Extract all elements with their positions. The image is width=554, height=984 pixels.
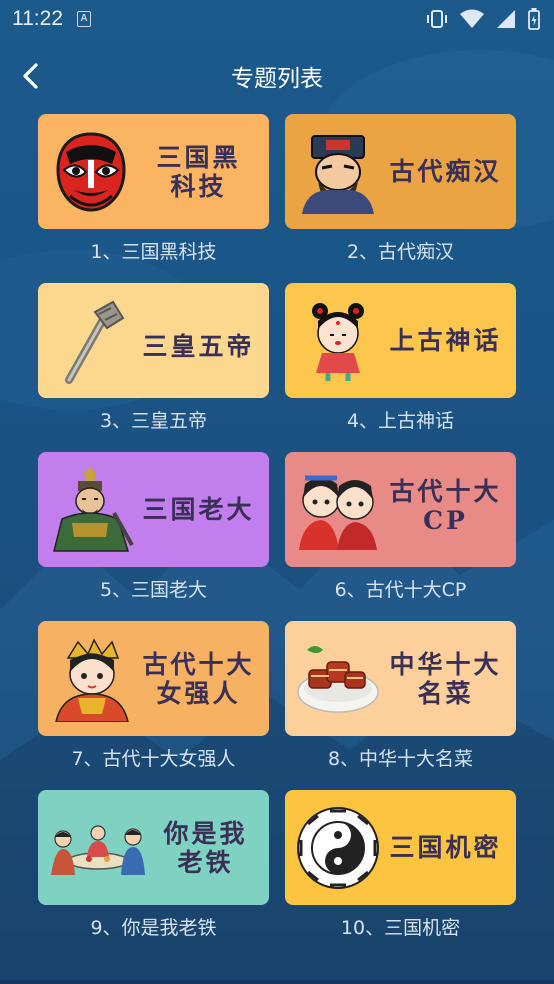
opera-mask-icon xyxy=(48,129,134,215)
myth-girl-icon xyxy=(295,298,381,384)
topic-caption[interactable]: 6、古代十大CP xyxy=(335,575,467,602)
topic-item[interactable]: 中华十大 名菜 8、中华十大名菜 xyxy=(285,621,516,790)
topic-caption[interactable]: 10、三国机密 xyxy=(341,913,460,940)
topic-card[interactable]: 古代十大 女强人 xyxy=(38,621,269,736)
topic-card[interactable]: 三国黑 科技 xyxy=(38,114,269,229)
card-title-line1: 古代十大 xyxy=(142,649,255,679)
topic-card[interactable]: 你是我 老铁 xyxy=(38,790,269,905)
card-title-line1: 三国黑 xyxy=(156,142,241,172)
topic-item[interactable]: 古代十大 CP 6、古代十大CP xyxy=(285,452,516,621)
card-title-line2: 科技 xyxy=(170,171,227,201)
topic-card[interactable]: 古代痴汉 xyxy=(285,114,516,229)
card-title-line1: 你是我 xyxy=(163,818,248,848)
card-title-line1: 三国老大 xyxy=(142,495,255,524)
notification-icon: A xyxy=(77,11,91,27)
topic-item[interactable]: 古代痴汉 2、古代痴汉 xyxy=(285,114,516,283)
wifi-icon xyxy=(460,9,484,28)
topic-card[interactable]: 三皇五帝 xyxy=(38,283,269,398)
topic-caption[interactable]: 5、三国老大 xyxy=(100,575,207,602)
scepter-icon xyxy=(48,298,134,384)
vibrate-icon xyxy=(427,10,447,28)
warlord-icon xyxy=(48,466,134,553)
topic-card[interactable]: 上古神话 xyxy=(285,283,516,398)
topic-caption[interactable]: 2、古代痴汉 xyxy=(347,237,454,264)
topic-card[interactable]: 三国机密 xyxy=(285,790,516,905)
card-title-line1: 三皇五帝 xyxy=(142,332,255,361)
card-title-line2: 老铁 xyxy=(177,847,234,877)
topic-item[interactable]: 三国机密 10、三国机密 xyxy=(285,790,516,959)
topic-item[interactable]: 三国老大 5、三国老大 xyxy=(38,452,269,621)
card-title-line1: 古代痴汉 xyxy=(389,157,502,186)
page-title: 专题列表 xyxy=(231,66,323,92)
topic-item[interactable]: 三国黑 科技 1、三国黑科技 xyxy=(38,114,269,283)
back-button[interactable] xyxy=(14,60,46,92)
topic-caption[interactable]: 9、你是我老铁 xyxy=(90,913,216,940)
card-title-line2: 女强人 xyxy=(156,678,241,708)
battery-icon xyxy=(528,8,540,30)
card-title-line1: 中华十大 xyxy=(389,649,502,679)
topic-card[interactable]: 三国老大 xyxy=(38,452,269,567)
card-title-line1: 古代十大 xyxy=(389,476,502,506)
topic-item[interactable]: 你是我 老铁 9、你是我老铁 xyxy=(38,790,269,959)
topic-item[interactable]: 古代十大 女强人 7、古代十大女强人 xyxy=(38,621,269,790)
banquet-icon xyxy=(48,805,148,891)
official-figure-icon xyxy=(295,129,381,215)
top-app-bar: 专题列表 xyxy=(0,52,554,100)
topic-caption[interactable]: 4、上古神话 xyxy=(347,406,454,433)
card-title-line2: 名菜 xyxy=(417,678,474,708)
braised-pork-icon xyxy=(295,636,381,722)
yin-yang-icon xyxy=(295,805,381,891)
topic-caption[interactable]: 1、三国黑科技 xyxy=(90,237,216,264)
card-title-line2: CP xyxy=(423,505,468,535)
status-time: 11:22 xyxy=(12,7,63,30)
card-title-line1: 三国机密 xyxy=(389,833,502,862)
topic-caption[interactable]: 7、古代十大女强人 xyxy=(71,744,235,771)
topic-card[interactable]: 中华十大 名菜 xyxy=(285,621,516,736)
chevron-left-icon xyxy=(23,63,38,89)
topic-grid: 三国黑 科技 1、三国黑科技 古代痴汉 2、古代痴汉 三皇五帝 3、三皇五帝 上… xyxy=(38,114,516,959)
topic-card[interactable]: 古代十大 CP xyxy=(285,452,516,567)
couple-icon xyxy=(295,467,381,553)
status-bar: 11:22 A xyxy=(0,0,554,38)
signal-icon xyxy=(497,10,515,28)
topic-caption[interactable]: 8、中华十大名菜 xyxy=(328,744,473,771)
topic-caption[interactable]: 3、三皇五帝 xyxy=(100,406,207,433)
empress-icon xyxy=(48,636,134,722)
topic-item[interactable]: 三皇五帝 3、三皇五帝 xyxy=(38,283,269,452)
card-title-line1: 上古神话 xyxy=(389,326,502,355)
topic-item[interactable]: 上古神话 4、上古神话 xyxy=(285,283,516,452)
